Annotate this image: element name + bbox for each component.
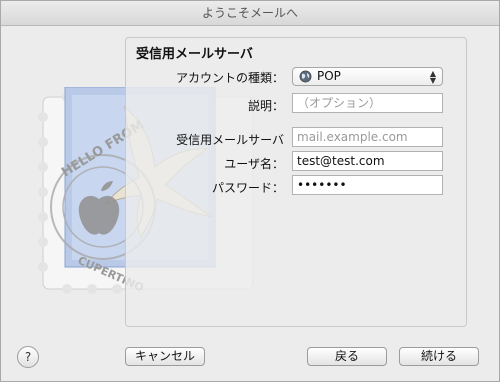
description-label: 説明： (247, 99, 284, 113)
description-field[interactable]: （オプション） (292, 93, 443, 113)
incoming-server-field[interactable]: mail.example.com (292, 127, 443, 147)
window-title: ようこそメールへ (1, 1, 499, 26)
updown-arrows-icon: ▲ ▼ (429, 69, 436, 85)
section-title: 受信用メールサーバ (136, 47, 253, 62)
continue-button[interactable]: 続ける (399, 347, 479, 366)
incoming-server-label: 受信用メールサーバ (176, 133, 284, 147)
cancel-button[interactable]: キャンセル (125, 347, 205, 366)
username-field[interactable]: test@test.com (292, 151, 443, 171)
help-button[interactable]: ? (17, 346, 39, 368)
globe-icon (299, 70, 312, 83)
setup-window: ようこそメールへ HELLO FROM CUPERTINO 受信用メールサーバ (0, 0, 500, 382)
password-field[interactable]: ••••••• (292, 175, 443, 195)
username-label: ユーザ名： (224, 157, 284, 171)
account-type-select[interactable]: POP ▲ ▼ (292, 67, 443, 86)
account-type-label: アカウントの種類： (175, 71, 284, 85)
back-button[interactable]: 戻る (307, 347, 387, 366)
account-type-value: POP (317, 69, 341, 83)
password-label: パスワード： (211, 181, 284, 195)
